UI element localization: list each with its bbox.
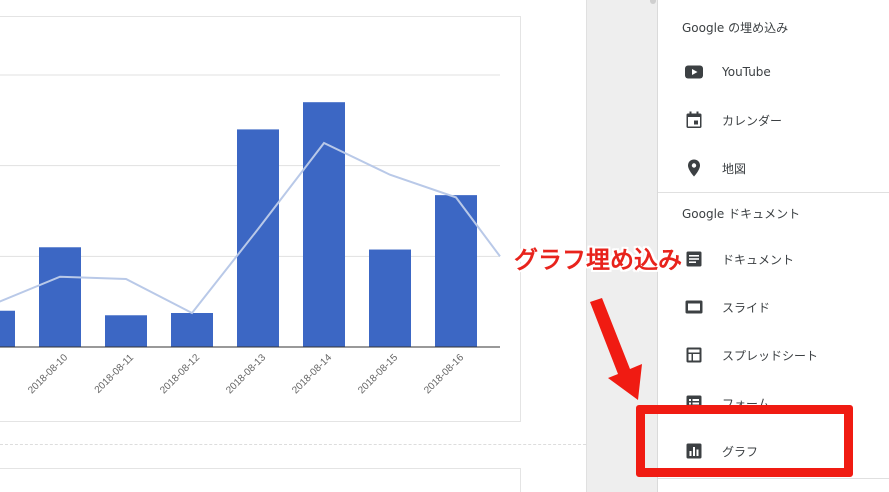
x-tick-label: 2018-08-15 [356, 352, 400, 396]
document-icon [684, 249, 704, 269]
bar-2018-08-11[interactable] [105, 315, 147, 347]
menu-item-docs[interactable]: ドキュメント [658, 237, 889, 281]
section-divider [0, 444, 586, 445]
canvas-area: 2018-08-10 2018-08-11 2018-08-12 2018-08-13… [0, 0, 586, 492]
bar-2018-08-15[interactable] [369, 249, 411, 347]
menu-item-sheets[interactable]: スプレッドシート [658, 333, 889, 377]
slides-icon [684, 297, 704, 317]
menu-item-label: 地図 [722, 161, 747, 176]
bar-2018-08-12[interactable] [171, 313, 213, 347]
x-tick-label: 2018-08-16 [422, 352, 466, 396]
menu-item-maps[interactable]: 地図 [658, 146, 889, 190]
map-pin-icon [684, 158, 704, 178]
bar-2018-08-10[interactable] [39, 247, 81, 347]
menu-item-calendar[interactable]: カレンダー [658, 98, 889, 142]
x-tick-label: 2018-08-10 [26, 352, 70, 396]
bar-chart: 2018-08-10 2018-08-11 2018-08-12 2018-08-13… [0, 74, 501, 396]
menu-item-label: YouTube [722, 65, 771, 79]
x-tick-label: 2018-08-13 [224, 352, 268, 396]
bar-2018-08-13[interactable] [237, 129, 279, 347]
calendar-icon [684, 110, 704, 130]
annotation-label: グラフ埋め込み [514, 246, 682, 274]
bar-2018-08-09[interactable] [0, 310, 15, 347]
spreadsheet-icon [684, 345, 704, 365]
x-tick-label: 2018-08-12 [158, 352, 202, 396]
google-docs-header: Google ドキュメント [682, 207, 801, 221]
bar-2018-08-14[interactable] [303, 102, 345, 347]
menu-item-label: スライド [722, 300, 771, 315]
menu-item-slides[interactable]: スライド [658, 285, 889, 329]
section-divider [658, 478, 889, 479]
google-embed-header: Google の埋め込み [682, 21, 789, 35]
annotation-arrow-icon [590, 298, 642, 400]
next-content-card[interactable] [0, 468, 521, 492]
x-tick-label: 2018-08-11 [93, 352, 137, 396]
menu-item-youtube[interactable]: YouTube [658, 50, 889, 94]
menu-item-label: ドキュメント [722, 252, 795, 267]
youtube-icon [684, 62, 704, 82]
menu-item-label: カレンダー [722, 113, 783, 128]
section-divider [658, 192, 889, 193]
x-tick-label: 2018-08-14 [290, 352, 334, 396]
menu-item-label: スプレッドシート [722, 348, 819, 363]
annotation-highlight-box [636, 405, 853, 477]
